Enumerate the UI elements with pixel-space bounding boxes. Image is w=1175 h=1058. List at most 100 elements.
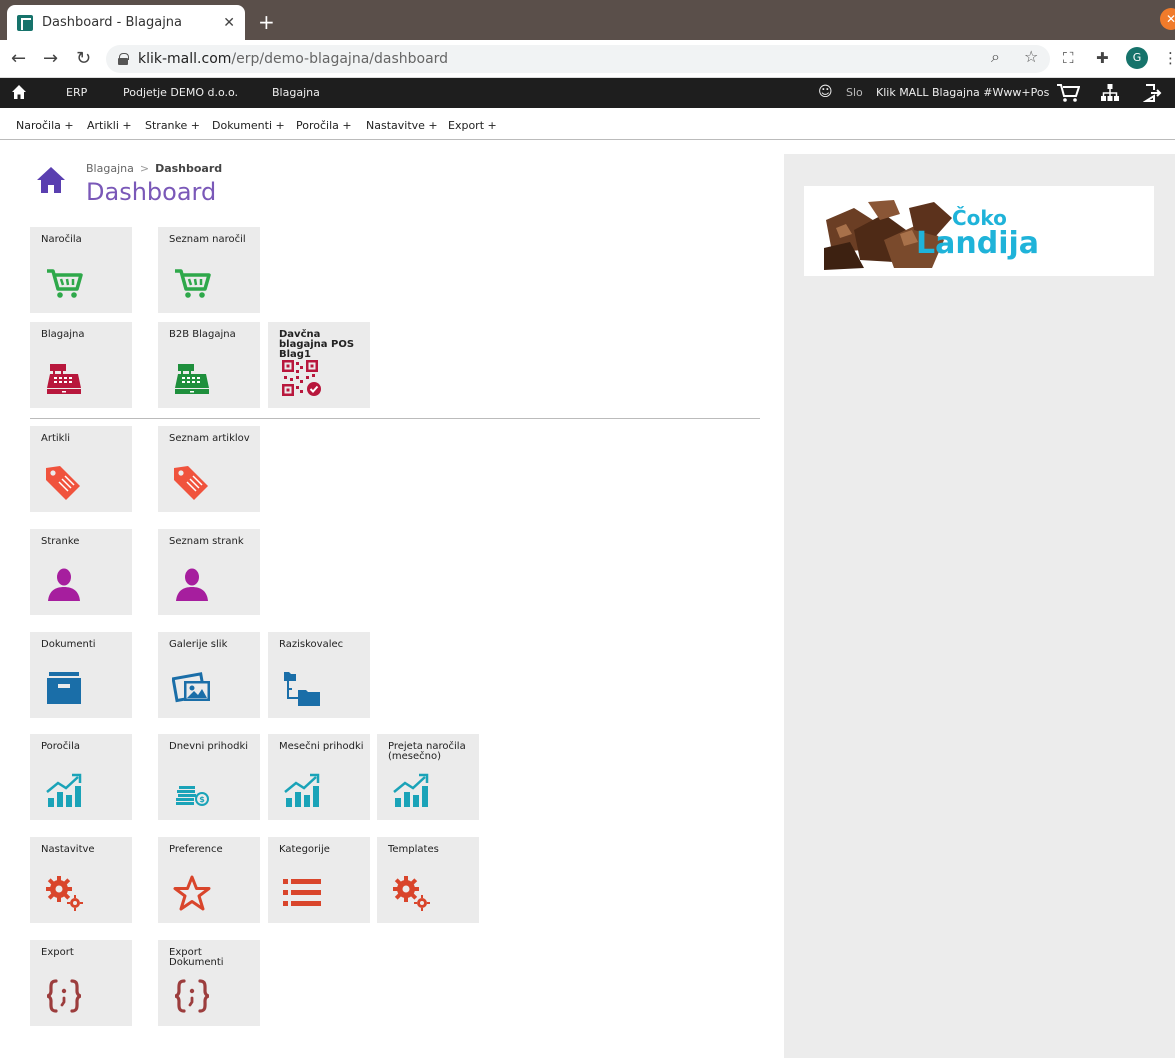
tile-nastavitve[interactable]: Nastavitve <box>30 837 132 923</box>
tile-label: Preference <box>169 844 223 855</box>
tile-label: Raziskovalec <box>279 639 344 650</box>
company-link[interactable]: Podjetje DEMO d.o.o. <box>123 86 238 99</box>
user-icon <box>44 567 84 603</box>
language-selector[interactable]: Slo <box>846 86 863 99</box>
tile-label: Poročila <box>41 741 80 752</box>
tile-label: Artikli <box>41 433 70 444</box>
tile-galerije-slik[interactable]: Galerije slik <box>158 632 260 718</box>
lock-icon <box>118 53 129 65</box>
browser-tab-bar: Dashboard - Blagajna ✕ + ✕ <box>0 0 1175 40</box>
tile-prejeta-narocila-mesecno[interactable]: Prejeta naročila (mesečno) <box>377 734 479 820</box>
brand-banner[interactable]: Čoko Landija <box>804 186 1154 276</box>
menu-narocila[interactable]: Naročila + <box>16 119 74 132</box>
app-top-bar: ERP Podjetje DEMO d.o.o. Blagajna ☺ Slo … <box>0 78 1175 108</box>
coins-icon: $ <box>172 772 212 808</box>
tile-label: Mesečni prihodki <box>279 741 364 752</box>
tile-davcna-blagajna-pos-blag1[interactable]: Davčna blagajna POS Blag1 <box>268 322 370 408</box>
tile-label: Export <box>41 947 74 958</box>
menu-porocila[interactable]: Poročila + <box>296 119 352 132</box>
logout-icon[interactable] <box>1143 83 1163 103</box>
brand-name-bottom: Landija <box>916 226 1040 261</box>
star-icon <box>172 875 212 911</box>
svg-text:$: $ <box>199 795 205 804</box>
tile-stranke[interactable]: Stranke <box>30 529 132 615</box>
tile-label: Naročila <box>41 234 82 245</box>
main-menu: Naročila + Artikli + Stranke + Dokumenti… <box>0 108 1175 140</box>
new-tab-icon[interactable]: + <box>258 10 275 34</box>
tile-mesecni-prihodki[interactable]: Mesečni prihodki <box>268 734 370 820</box>
zoom-icon[interactable]: ⌕ <box>991 47 1000 67</box>
qr-code-icon <box>282 360 322 396</box>
tile-dnevni-prihodki[interactable]: Dnevni prihodki $ <box>158 734 260 820</box>
tile-kategorije[interactable]: Kategorije <box>268 837 370 923</box>
notification-badge-icon[interactable]: ✕ <box>1160 8 1175 30</box>
tag-icon <box>172 464 212 500</box>
screen-capture-icon[interactable]: ⛶ <box>1063 49 1074 67</box>
tile-porocila[interactable]: Poročila <box>30 734 132 820</box>
cart-icon <box>172 265 212 301</box>
browser-tab[interactable]: Dashboard - Blagajna ✕ <box>7 5 245 40</box>
image-gallery-icon <box>172 670 212 706</box>
menu-export[interactable]: Export + <box>448 119 497 132</box>
address-bar[interactable]: klik-mall.com/erp/demo-blagajna/dashboar… <box>106 45 1050 73</box>
tile-label: Export Dokumenti <box>169 947 224 968</box>
tile-seznam-artiklov[interactable]: Seznam artiklov <box>158 426 260 512</box>
tile-label: Blagajna <box>41 329 85 340</box>
browser-toolbar: ← → ↻ klik-mall.com/erp/demo-blagajna/da… <box>0 40 1175 78</box>
chat-icon[interactable]: ☺ <box>818 84 833 100</box>
home-icon[interactable] <box>11 84 27 100</box>
tile-label: Stranke <box>41 536 80 547</box>
menu-nastavitve[interactable]: Nastavitve + <box>366 119 438 132</box>
tile-narocila[interactable]: Naročila <box>30 227 132 313</box>
module-link[interactable]: Blagajna <box>272 86 320 99</box>
store-selector[interactable]: Klik MALL Blagajna #Www+Pos <box>876 86 1049 99</box>
folder-tree-icon <box>282 670 322 706</box>
tile-seznam-strank[interactable]: Seznam strank <box>158 529 260 615</box>
tile-preference[interactable]: Preference <box>158 837 260 923</box>
browser-menu-icon[interactable]: ⋮ <box>1163 49 1175 67</box>
page-home-icon[interactable] <box>36 166 66 194</box>
menu-dokumenti[interactable]: Dokumenti + <box>212 119 285 132</box>
tile-export[interactable]: Export <box>30 940 132 1026</box>
tile-export-dokumenti[interactable]: Export Dokumenti <box>158 940 260 1026</box>
cash-register-icon <box>44 360 84 396</box>
bookmark-star-icon[interactable]: ☆ <box>1024 47 1038 66</box>
tile-label: Nastavitve <box>41 844 95 855</box>
tile-raziskovalec[interactable]: Raziskovalec <box>268 632 370 718</box>
breadcrumb-parent[interactable]: Blagajna <box>86 162 134 175</box>
tile-label: Davčna blagajna POS Blag1 <box>279 329 355 360</box>
tile-dokumenti[interactable]: Dokumenti <box>30 632 132 718</box>
reload-icon[interactable]: ↻ <box>76 48 91 69</box>
breadcrumb: Blagajna > Dashboard <box>86 162 222 175</box>
back-arrow-icon[interactable]: ← <box>11 48 26 69</box>
site-favicon-icon <box>17 14 33 31</box>
tile-label: Kategorije <box>279 844 330 855</box>
tile-artikli[interactable]: Artikli <box>30 426 132 512</box>
breadcrumb-current: Dashboard <box>155 162 223 175</box>
menu-artikli[interactable]: Artikli + <box>87 119 132 132</box>
erp-link[interactable]: ERP <box>66 86 87 99</box>
sitemap-icon[interactable] <box>1101 84 1119 102</box>
page-title: Dashboard <box>86 178 217 206</box>
tile-seznam-narocil[interactable]: Seznam naročil <box>158 227 260 313</box>
menu-stranke[interactable]: Stranke + <box>145 119 200 132</box>
url-text: klik-mall.com/erp/demo-blagajna/dashboar… <box>138 51 449 67</box>
tile-b2b-blagajna[interactable]: B2B Blagajna <box>158 322 260 408</box>
tile-blagajna[interactable]: Blagajna <box>30 322 132 408</box>
gears-icon <box>391 875 431 911</box>
tile-label: Seznam strank <box>169 536 244 547</box>
right-panel: Čoko Landija <box>784 154 1175 1058</box>
cart-icon[interactable] <box>1056 83 1080 103</box>
tile-label: Seznam artiklov <box>169 433 250 444</box>
chart-up-icon <box>282 772 322 808</box>
archive-box-icon <box>44 670 84 706</box>
forward-arrow-icon[interactable]: → <box>43 48 58 69</box>
extensions-puzzle-icon[interactable]: ✚ <box>1096 49 1109 67</box>
tile-templates[interactable]: Templates <box>377 837 479 923</box>
breadcrumb-separator-icon: > <box>139 162 150 175</box>
tile-label: Prejeta naročila (mesečno) <box>388 741 466 762</box>
tile-label: Dnevni prihodki <box>169 741 249 752</box>
profile-avatar-icon[interactable]: G <box>1126 47 1148 69</box>
close-tab-icon[interactable]: ✕ <box>223 15 235 31</box>
tile-label: Seznam naročil <box>169 234 246 245</box>
